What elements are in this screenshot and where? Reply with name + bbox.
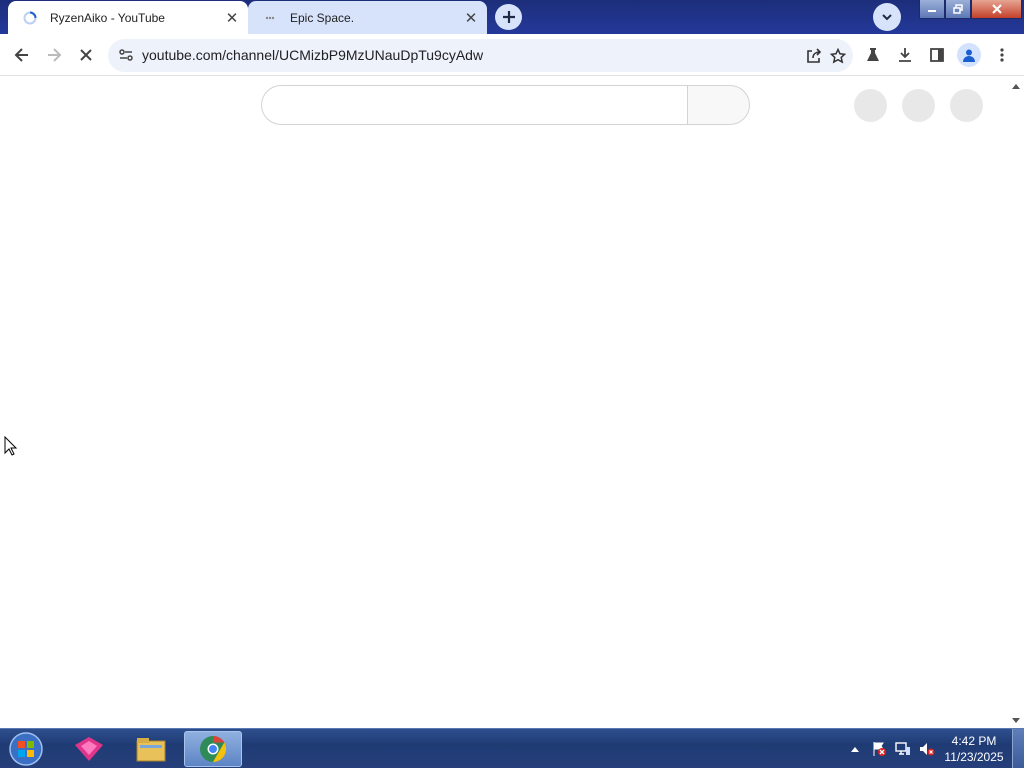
mouse-cursor-icon (4, 436, 18, 456)
pinkfox-app-icon (75, 737, 103, 761)
clock-time: 4:42 PM (951, 734, 997, 748)
bookmark-button[interactable] (827, 45, 849, 67)
flask-icon (867, 48, 879, 61)
taskbar-file-explorer[interactable] (122, 731, 180, 767)
loading-spinner-icon (22, 10, 38, 26)
share-button[interactable] (803, 45, 825, 67)
youtube-search-input-skeleton[interactable] (261, 85, 687, 125)
tab-search-button[interactable] (873, 3, 901, 31)
header-icon-placeholder (950, 89, 983, 122)
page-scrollbar[interactable] (1008, 77, 1024, 727)
tab-ryzenaiko-youtube[interactable]: RyzenAiko - YouTube ✕ (8, 1, 248, 34)
windows-taskbar: 4:42 PM 11/23/2025 (0, 728, 1024, 768)
address-bar[interactable]: youtube.com/channel/UCMizbP9MzUNauDpTu9c… (108, 39, 853, 72)
clock-date: 11/23/2025 (944, 750, 1004, 764)
side-panel-icon (930, 48, 944, 62)
tab-strip: RyzenAiko - YouTube ✕ Epic Space. ✕ (0, 0, 1024, 34)
header-icon-placeholder (854, 89, 887, 122)
downloads-button[interactable] (891, 41, 919, 69)
close-tab-icon[interactable]: ✕ (222, 8, 242, 28)
page-content (0, 77, 1024, 727)
close-icon (80, 49, 92, 61)
extension-button[interactable] (859, 41, 887, 69)
tab-title: Epic Space. (290, 10, 355, 25)
close-window-button[interactable] (971, 0, 1022, 19)
download-icon (899, 48, 911, 62)
scroll-down-arrow-icon[interactable] (1012, 718, 1020, 723)
action-center-icon[interactable] (867, 737, 891, 761)
restore-button[interactable] (945, 0, 971, 19)
browser-toolbar: youtube.com/channel/UCMizbP9MzUNauDpTu9c… (0, 34, 1024, 76)
start-button[interactable] (6, 731, 46, 767)
minimize-button[interactable] (919, 0, 945, 19)
window-controls (919, 0, 1022, 19)
taskbar-chrome[interactable] (184, 731, 242, 767)
share-icon (807, 48, 822, 63)
system-tray (843, 729, 939, 768)
minimize-icon (928, 10, 936, 12)
network-icon[interactable] (891, 737, 915, 761)
tab-epic-space[interactable]: Epic Space. ✕ (248, 1, 487, 34)
new-tab-button[interactable] (495, 4, 522, 30)
scroll-up-arrow-icon[interactable] (1012, 84, 1020, 89)
star-icon (830, 48, 846, 64)
show-desktop-button[interactable] (1012, 729, 1024, 768)
chevron-down-icon (882, 14, 892, 21)
chrome-icon (200, 735, 227, 763)
header-icon-placeholder (902, 89, 935, 122)
restore-icon (953, 4, 963, 14)
volume-muted-icon[interactable] (915, 737, 939, 761)
side-panel-button[interactable] (923, 41, 951, 69)
taskbar-pinkfox-app[interactable] (60, 731, 118, 767)
plus-icon (502, 11, 515, 23)
profile-avatar[interactable] (957, 43, 981, 67)
back-button[interactable] (8, 41, 36, 69)
arrow-right-icon (48, 48, 62, 62)
stop-loading-button[interactable] (72, 41, 100, 69)
chevron-up-icon (851, 747, 859, 752)
arrow-left-icon (14, 48, 28, 62)
close-tab-icon[interactable]: ✕ (461, 8, 481, 28)
taskbar-clock[interactable]: 4:42 PM 11/23/2025 (940, 733, 1008, 765)
file-explorer-icon (136, 738, 166, 762)
url-text: youtube.com/channel/UCMizbP9MzUNauDpTu9c… (142, 47, 484, 63)
show-hidden-icons-button[interactable] (843, 737, 867, 761)
site-settings-icon (119, 49, 133, 61)
tab-title: RyzenAiko - YouTube (50, 10, 165, 25)
loading-dots-icon (262, 10, 278, 26)
menu-button[interactable] (988, 41, 1016, 69)
close-icon (991, 4, 1002, 14)
start-orb-icon (9, 732, 43, 766)
person-icon (963, 49, 975, 62)
youtube-search-button-skeleton[interactable] (687, 85, 750, 125)
more-vertical-icon (1000, 48, 1004, 62)
forward-button[interactable] (40, 41, 68, 69)
